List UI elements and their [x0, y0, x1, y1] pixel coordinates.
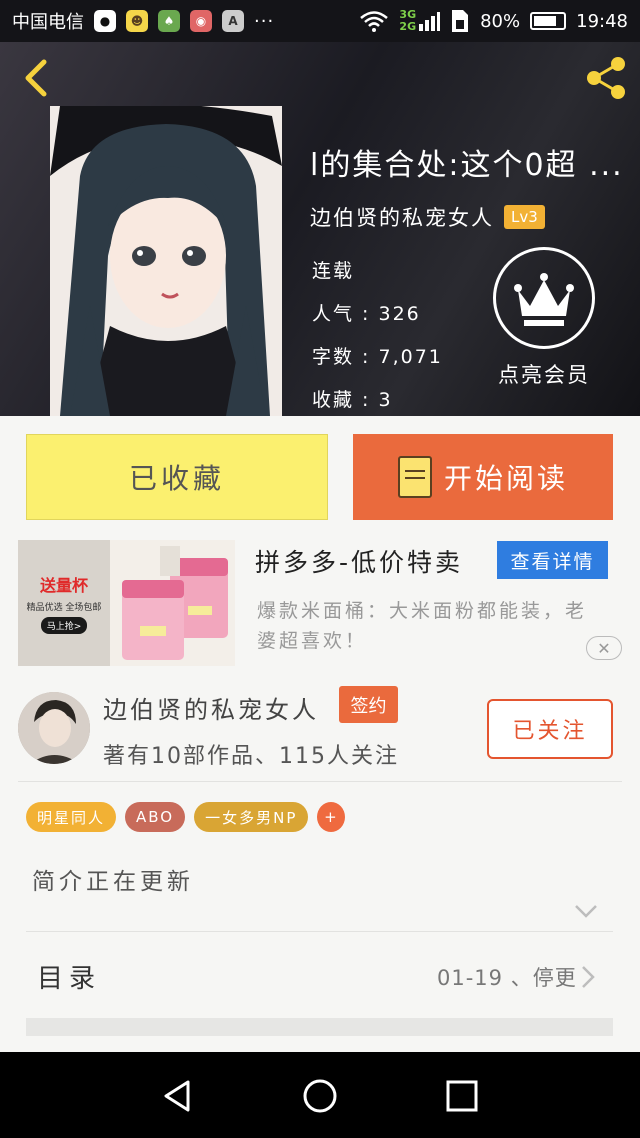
- book-title: l的集合处:这个0超 ...: [310, 148, 624, 183]
- ad-buy-button: 马上抢>: [40, 617, 88, 634]
- start-reading-button[interactable]: 开始阅读: [353, 434, 613, 520]
- home-nav-icon[interactable]: [302, 1078, 338, 1114]
- tag-2[interactable]: ABO: [125, 802, 186, 832]
- app-icon: ♠: [158, 10, 180, 32]
- more-dots-icon: ···: [254, 10, 275, 32]
- back-icon[interactable]: [16, 58, 56, 98]
- chevron-right-icon[interactable]: [580, 965, 596, 989]
- ad-description: 爆款米面桶：大米面粉都能装，老婆超喜欢！: [257, 600, 588, 652]
- crown-icon: [514, 273, 574, 326]
- ad-image[interactable]: 送量杯 精品优选 全场包邮 马上抢>: [18, 540, 235, 666]
- book-cover[interactable]: [50, 106, 282, 416]
- signal-icon: [419, 12, 441, 31]
- book-icon: [397, 456, 432, 498]
- tag-1[interactable]: 明星同人: [26, 802, 117, 832]
- tag-list: 明星同人 ABO 一女多男NP +: [26, 802, 346, 832]
- book-header: l的集合处:这个0超 ... 边伯贤的私宠女人 Lv3 连载 人气 : 326 …: [0, 42, 640, 416]
- level-badge: Lv3: [504, 205, 545, 229]
- network-2g: 2G: [399, 20, 417, 33]
- battery-icon: [530, 12, 567, 30]
- serial-status: 连载: [312, 260, 355, 282]
- membership-button[interactable]: [493, 247, 595, 349]
- membership-label[interactable]: 点亮会员: [498, 359, 590, 389]
- header-author-line: 边伯贤的私宠女人 Lv3: [310, 202, 545, 232]
- chevron-down-icon[interactable]: [574, 903, 598, 919]
- start-reading-label: 开始阅读: [443, 462, 568, 495]
- ad-slogan: 送量杯: [39, 576, 88, 595]
- tag-3[interactable]: 一女多男NP: [194, 802, 309, 832]
- qq-icon: ●: [94, 10, 116, 32]
- author-stats: 著有10部作品、115人关注: [103, 744, 399, 769]
- favorites-stat: 收藏 : 3: [312, 389, 393, 411]
- ad-title[interactable]: 拼多多-低价特卖: [255, 543, 463, 579]
- notification-icon: ◉: [190, 10, 212, 32]
- header-author-name[interactable]: 边伯贤的私宠女人: [310, 202, 494, 232]
- network-indicator: 3G 2G: [399, 9, 441, 33]
- collected-button[interactable]: 已收藏: [26, 434, 328, 520]
- divider: [26, 931, 613, 932]
- catalog-status[interactable]: 01-19 、停更: [437, 962, 577, 992]
- ad-close-icon[interactable]: ✕: [586, 636, 622, 660]
- intro-text: 简介正在更新: [32, 869, 194, 895]
- ad-subtitle: 精品优选 全场包邮: [26, 603, 102, 613]
- add-tag-button[interactable]: +: [317, 802, 346, 832]
- avatar[interactable]: [18, 692, 90, 764]
- ad-promo-panel: 送量杯 精品优选 全场包邮 马上抢>: [18, 540, 110, 666]
- recents-nav-icon[interactable]: [444, 1078, 480, 1114]
- author-name[interactable]: 边伯贤的私宠女人: [103, 690, 319, 725]
- status-bar: 中国电信 ● ☻ ♠ ◉ A ··· 3G 2G 80% 19:48: [0, 0, 640, 42]
- sim-icon: [452, 10, 469, 32]
- word-count-stat: 字数 : 7,071: [312, 346, 443, 368]
- avatar-photo: [18, 692, 90, 764]
- follow-button[interactable]: 已关注: [487, 699, 613, 759]
- share-icon[interactable]: [582, 54, 630, 102]
- signed-badge: 签约: [339, 686, 398, 723]
- storage-bin-image: [110, 540, 235, 666]
- carrier-label: 中国电信: [12, 12, 84, 33]
- ad-detail-button[interactable]: 查看详情: [497, 541, 608, 579]
- back-nav-icon[interactable]: [160, 1078, 196, 1114]
- navigation-bar: [0, 1052, 640, 1138]
- section-separator: [26, 1018, 613, 1036]
- catalog-label[interactable]: 目录: [37, 958, 101, 995]
- popularity-stat: 人气 : 326: [312, 303, 421, 325]
- a-icon: A: [222, 10, 244, 32]
- clock: 19:48: [576, 10, 628, 32]
- divider: [18, 781, 622, 782]
- cover-illustration: [50, 106, 282, 416]
- battery-percent: 80%: [480, 10, 521, 32]
- wifi-icon: [360, 11, 389, 32]
- wechat-icon: ☻: [126, 10, 148, 32]
